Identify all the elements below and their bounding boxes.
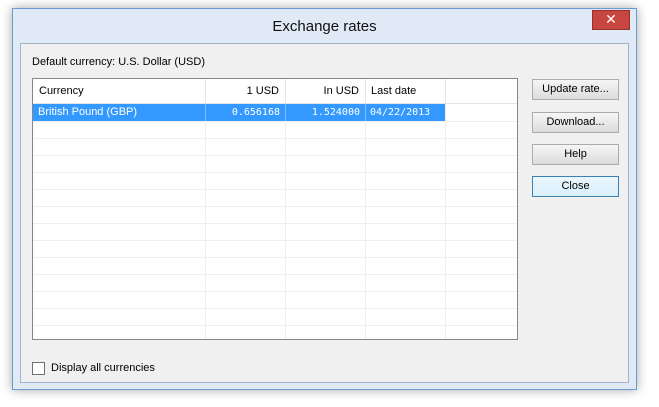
- grid-hline: [33, 274, 517, 275]
- window-title: Exchange rates: [272, 18, 377, 35]
- column-currency[interactable]: Currency: [33, 79, 205, 103]
- grid-hline: [33, 223, 517, 224]
- grid-vline: [285, 104, 286, 339]
- grid-hline: [33, 155, 517, 156]
- display-all-currencies-checkbox[interactable]: [32, 362, 45, 375]
- cell-in-usd: 1.524000: [311, 107, 360, 118]
- cell-currency: British Pound (GBP): [38, 106, 138, 118]
- grid-hline: [33, 325, 517, 326]
- column-header-in-usd: In USD: [323, 85, 359, 97]
- grid-hline: [33, 291, 517, 292]
- grid-hline: [33, 308, 517, 309]
- grid-vline: [205, 104, 206, 339]
- grid-header: Currency 1 USD In USD Last date: [33, 79, 517, 104]
- table-row[interactable]: British Pound (GBP) 0.656168 1.524000 04…: [33, 104, 445, 121]
- column-last-date[interactable]: Last date: [365, 79, 445, 103]
- download-button[interactable]: Download...: [532, 112, 619, 133]
- grid-hline: [33, 172, 517, 173]
- grid-hline: [33, 121, 517, 122]
- grid-hline: [33, 206, 517, 207]
- grid-vline: [365, 104, 366, 339]
- grid-hline: [33, 189, 517, 190]
- grid-hline: [33, 240, 517, 241]
- close-button[interactable]: Close: [532, 176, 619, 197]
- help-button[interactable]: Help: [532, 144, 619, 165]
- column-1usd[interactable]: 1 USD: [205, 79, 285, 103]
- exchange-rates-grid[interactable]: Currency 1 USD In USD Last date British …: [32, 78, 518, 340]
- column-header-currency: Currency: [39, 85, 84, 97]
- column-header-1usd: 1 USD: [246, 85, 279, 97]
- grid-hline: [33, 257, 517, 258]
- column-in-usd[interactable]: In USD: [285, 79, 365, 103]
- display-all-currencies-label: Display all currencies: [51, 362, 155, 374]
- cell-last-date: 04/22/2013: [370, 107, 431, 118]
- column-filler: [445, 79, 517, 103]
- grid-vline: [445, 104, 446, 339]
- title-bar[interactable]: Exchange rates ✕: [13, 9, 636, 43]
- default-currency-label: Default currency: U.S. Dollar (USD): [32, 56, 205, 68]
- cell-1usd: 0.656168: [231, 107, 280, 118]
- window-close-icon[interactable]: ✕: [592, 10, 630, 30]
- grid-body: British Pound (GBP) 0.656168 1.524000 04…: [33, 104, 517, 339]
- dialog-client-area: Default currency: U.S. Dollar (USD) Curr…: [20, 43, 629, 383]
- update-rate-button[interactable]: Update rate...: [532, 79, 619, 100]
- column-header-last-date: Last date: [371, 85, 417, 97]
- exchange-rates-window: Exchange rates ✕ Default currency: U.S. …: [12, 8, 637, 390]
- grid-hline: [33, 138, 517, 139]
